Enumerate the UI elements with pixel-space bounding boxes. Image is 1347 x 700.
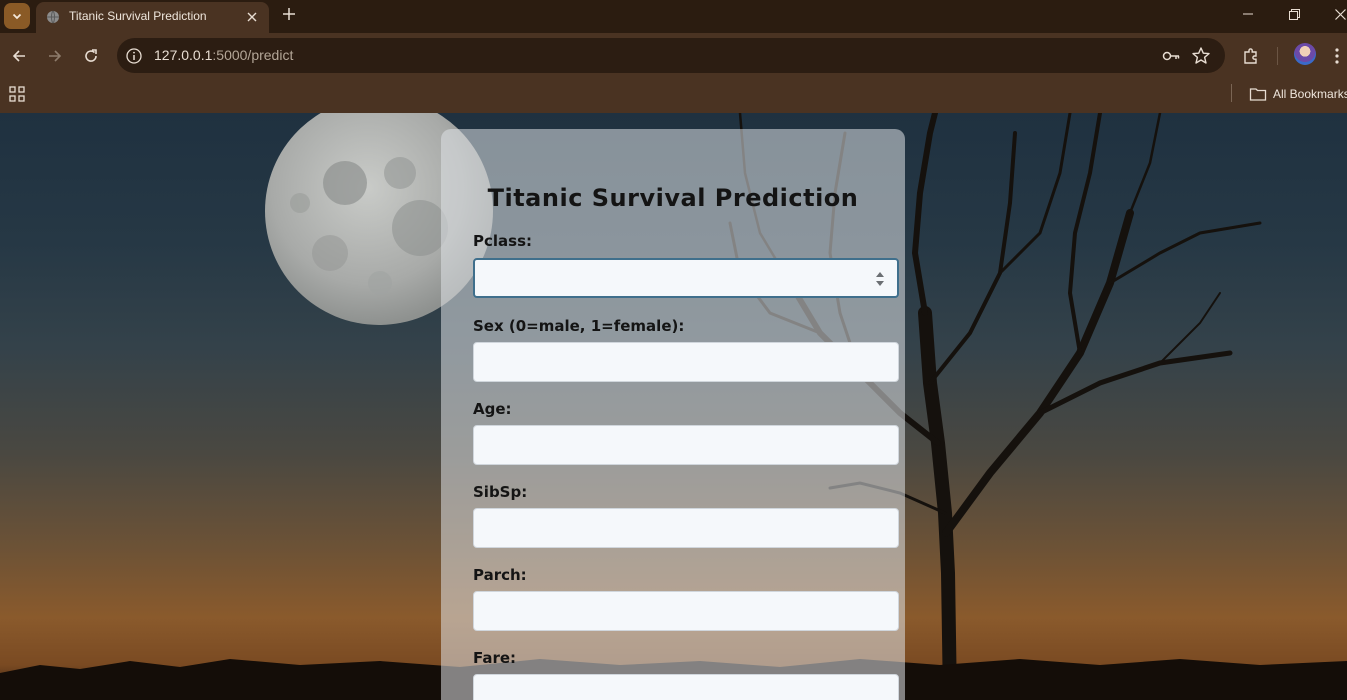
star-icon[interactable] — [1191, 46, 1211, 66]
close-icon — [247, 12, 257, 22]
address-bar[interactable]: 127.0.0.1:5000/predict — [117, 38, 1225, 73]
url-text[interactable]: 127.0.0.1:5000/predict — [154, 47, 293, 63]
tab-active[interactable]: Titanic Survival Prediction — [36, 2, 269, 33]
tab-close-button[interactable] — [243, 8, 261, 26]
tab-title: Titanic Survival Prediction — [69, 9, 207, 23]
minimize-icon — [1243, 13, 1253, 15]
browser-toolbar: 127.0.0.1:5000/predict — [0, 33, 1347, 79]
bookmarks-divider — [1231, 84, 1232, 102]
all-bookmarks-link[interactable]: All Bookmarks — [1273, 87, 1347, 101]
extensions-button[interactable] — [1238, 43, 1264, 69]
arrow-left-icon — [12, 50, 25, 62]
toolbar-divider — [1277, 47, 1278, 65]
avatar[interactable] — [1294, 43, 1316, 65]
menu-button[interactable] — [1328, 43, 1346, 69]
grid-icon[interactable] — [8, 85, 26, 103]
close-window-button[interactable] — [1317, 0, 1347, 28]
more-vert-icon — [1335, 48, 1339, 64]
close-icon — [1334, 8, 1346, 20]
tab-strip: Titanic Survival Prediction — [0, 0, 1347, 33]
tab-search-button[interactable] — [4, 3, 30, 29]
number-spinner-icon[interactable] — [875, 270, 885, 288]
info-icon[interactable] — [125, 47, 143, 65]
sibsp-label: SibSp: — [473, 483, 528, 501]
parch-input[interactable] — [473, 591, 899, 631]
chevron-down-icon — [12, 13, 22, 20]
back-button[interactable] — [6, 43, 32, 69]
sibsp-input[interactable] — [473, 508, 899, 548]
page-viewport: Titanic Survival Prediction Pclass: Sex … — [0, 113, 1347, 700]
minimize-button[interactable] — [1225, 0, 1271, 28]
parch-label: Parch: — [473, 566, 527, 584]
bookmarks-bar: All Bookmarks — [0, 79, 1347, 113]
pclass-input[interactable] — [473, 258, 899, 298]
url-host: 127.0.0.1 — [154, 47, 213, 63]
folder-icon — [1249, 88, 1267, 101]
sex-input[interactable] — [473, 342, 899, 382]
prediction-form-card: Titanic Survival Prediction Pclass: Sex … — [441, 129, 905, 700]
reload-icon — [85, 49, 97, 62]
pclass-label: Pclass: — [473, 232, 533, 250]
restore-button[interactable] — [1271, 0, 1317, 28]
fare-label: Fare: — [473, 649, 517, 667]
plus-icon — [283, 8, 295, 20]
forward-button[interactable] — [42, 43, 68, 69]
key-icon[interactable] — [1161, 46, 1181, 66]
url-path: :5000/predict — [212, 47, 294, 63]
age-label: Age: — [473, 400, 512, 418]
restore-icon — [1288, 8, 1300, 20]
globe-icon — [47, 10, 59, 24]
age-input[interactable] — [473, 425, 899, 465]
page-title: Titanic Survival Prediction — [487, 184, 859, 212]
fare-input[interactable] — [473, 674, 899, 700]
arrow-right-icon — [49, 50, 62, 62]
reload-button[interactable] — [78, 43, 104, 69]
puzzle-icon — [1244, 48, 1257, 64]
sex-label: Sex (0=male, 1=female): — [473, 317, 685, 335]
new-tab-button[interactable] — [278, 3, 300, 25]
